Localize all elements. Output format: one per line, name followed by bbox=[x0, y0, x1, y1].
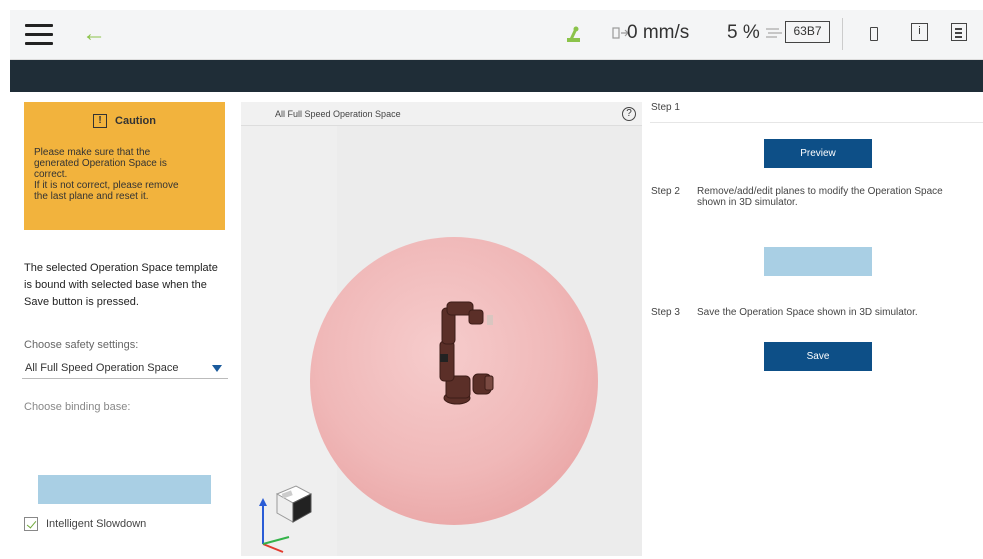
step-2-line: Remove/add/edit planes to modify the Ope… bbox=[697, 186, 943, 197]
document-icon[interactable] bbox=[951, 23, 967, 41]
step-1-label: Step 1 bbox=[651, 102, 680, 113]
simulator-header: All Full Speed Operation Space ? bbox=[241, 102, 642, 126]
simulator-title: All Full Speed Operation Space bbox=[275, 109, 401, 119]
view-cube-icon[interactable] bbox=[275, 485, 313, 523]
step-3-label: Step 3 bbox=[651, 307, 680, 318]
note-line: The selected Operation Space template bbox=[24, 262, 218, 274]
bound-base-note: The selected Operation Space template is… bbox=[24, 260, 229, 311]
preview-button[interactable]: Preview bbox=[764, 139, 872, 168]
step-3-text: Save the Operation Space shown in 3D sim… bbox=[697, 307, 918, 318]
step-2-label: Step 2 bbox=[651, 186, 680, 197]
step-1-divider bbox=[650, 122, 983, 123]
edit-button[interactable] bbox=[764, 247, 872, 276]
help-icon[interactable]: ? bbox=[622, 107, 636, 121]
caution-icon: ! bbox=[93, 114, 108, 128]
top-bar: ← 0 mm/s 5 % 63B7 i bbox=[10, 10, 983, 60]
caution-line: If it is not correct, please remove bbox=[34, 180, 179, 191]
title-strip bbox=[10, 60, 983, 92]
step-2-text: Remove/add/edit planes to modify the Ope… bbox=[697, 186, 983, 208]
battery-icon bbox=[870, 27, 878, 41]
binding-base-label: Choose binding base: bbox=[24, 401, 131, 413]
controller-id-badge: 63B7 bbox=[785, 21, 830, 43]
caution-line: generated Operation Space is bbox=[34, 158, 167, 169]
speed-readout: 0 mm/s bbox=[627, 22, 690, 43]
hamburger-menu-icon[interactable] bbox=[25, 24, 53, 46]
caution-box: ! Caution Please make sure that the gene… bbox=[24, 102, 225, 230]
save-button[interactable]: Save bbox=[764, 342, 872, 371]
speed-override-readout[interactable]: 5 % bbox=[727, 22, 760, 44]
caution-line: Please make sure that the bbox=[34, 147, 151, 158]
caution-line: correct. bbox=[34, 169, 68, 180]
caution-message: Please make sure that the generated Oper… bbox=[34, 147, 215, 202]
topbar-divider bbox=[842, 18, 843, 50]
intelligent-slowdown-checkbox[interactable] bbox=[24, 517, 38, 531]
simulator-3d-view[interactable] bbox=[241, 126, 642, 556]
robot-status-icon[interactable] bbox=[566, 24, 582, 44]
safety-settings-label: Choose safety settings: bbox=[24, 339, 139, 351]
caution-title: Caution bbox=[115, 115, 156, 127]
safety-settings-value: All Full Speed Operation Space bbox=[25, 362, 179, 374]
note-line: Save button is pressed. bbox=[24, 296, 139, 308]
info-icon[interactable]: i bbox=[911, 23, 928, 41]
back-arrow-icon[interactable]: ← bbox=[82, 19, 106, 49]
update-button[interactable] bbox=[38, 475, 211, 504]
speed-lines-icon bbox=[766, 28, 782, 38]
safety-settings-select[interactable]: All Full Speed Operation Space bbox=[22, 358, 228, 379]
step-2-line: shown in 3D simulator. bbox=[697, 197, 798, 208]
intelligent-slowdown-label: Intelligent Slowdown bbox=[46, 518, 147, 530]
caution-header: ! Caution bbox=[34, 112, 215, 130]
note-line: is bound with selected base when the bbox=[24, 279, 207, 291]
caution-line: the last plane and reset it. bbox=[34, 191, 149, 202]
chevron-down-icon bbox=[212, 365, 222, 372]
